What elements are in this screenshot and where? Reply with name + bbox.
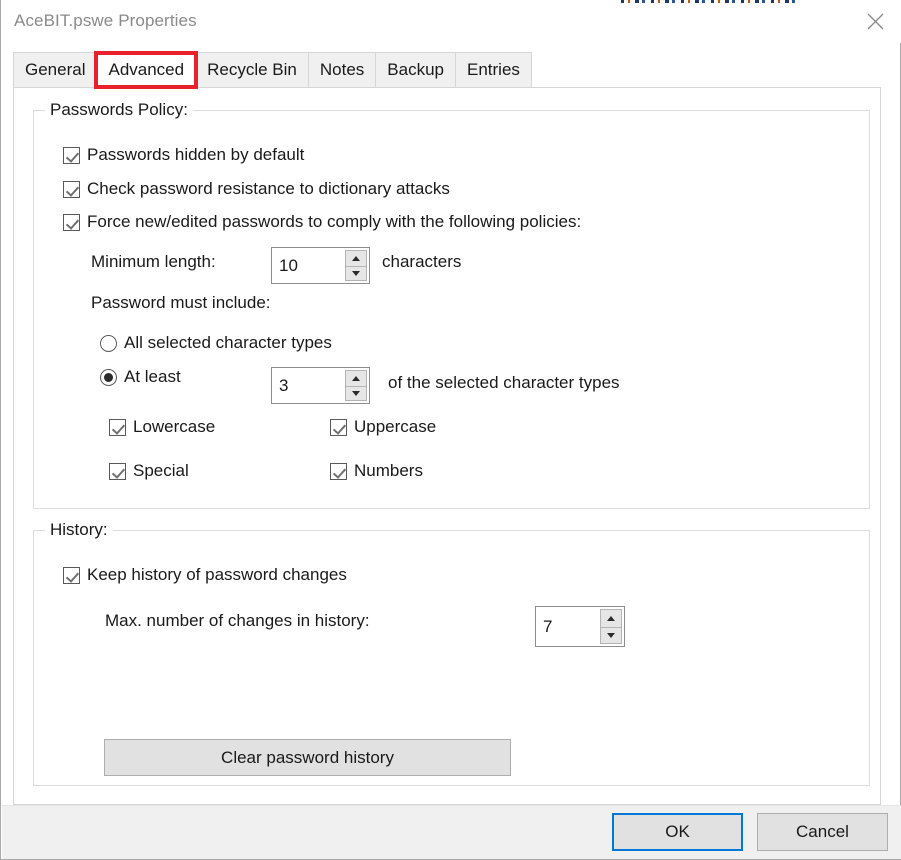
properties-dialog: AceBIT.pswe Properties General Advanced … xyxy=(0,0,901,860)
checkbox-uppercase[interactable]: Uppercase xyxy=(330,417,436,437)
minimum-length-suffix: characters xyxy=(382,252,462,271)
checkbox-passwords-hidden-label: Passwords hidden by default xyxy=(87,145,305,164)
chevron-down-icon xyxy=(607,632,615,638)
checkbox-special-label: Special xyxy=(133,461,189,480)
checkbox-keep-history-box[interactable] xyxy=(63,566,80,584)
max-changes-decrement-button[interactable] xyxy=(600,626,622,644)
checkbox-uppercase-box[interactable] xyxy=(330,418,347,436)
at-least-count-spin-buttons xyxy=(345,370,367,401)
ok-button[interactable]: OK xyxy=(612,813,743,851)
password-must-include-label: Password must include: xyxy=(91,293,271,312)
at-least-count-suffix: of the selected character types xyxy=(388,373,620,392)
max-changes-spin-buttons xyxy=(600,609,622,644)
title-bar: AceBIT.pswe Properties xyxy=(2,3,901,43)
radio-all-selected-types-label: All selected character types xyxy=(124,333,332,352)
at-least-count-decrement-button[interactable] xyxy=(345,385,367,401)
chevron-up-icon xyxy=(607,615,615,621)
at-least-count-increment-button[interactable] xyxy=(345,370,367,386)
checkbox-passwords-hidden-box[interactable] xyxy=(63,146,80,164)
chevron-up-icon xyxy=(352,375,360,381)
dialog-footer: OK Cancel xyxy=(2,805,901,859)
radio-all-selected-types[interactable]: All selected character types xyxy=(100,333,332,353)
max-changes-stepper[interactable]: 7 xyxy=(535,606,625,647)
checkbox-numbers[interactable]: Numbers xyxy=(330,461,423,481)
window-title: AceBIT.pswe Properties xyxy=(14,11,197,30)
checkbox-passwords-hidden[interactable]: Passwords hidden by default xyxy=(63,145,304,165)
tab-general[interactable]: General xyxy=(13,52,97,88)
close-icon[interactable] xyxy=(852,3,898,39)
checkbox-force-policies-box[interactable] xyxy=(63,213,80,231)
checkbox-force-policies-label: Force new/edited passwords to comply wit… xyxy=(87,212,582,231)
at-least-count-value[interactable]: 3 xyxy=(272,368,345,403)
chevron-down-icon xyxy=(352,270,360,276)
checkbox-special-box[interactable] xyxy=(109,462,126,480)
minimum-length-spin-buttons xyxy=(345,250,367,281)
checkbox-lowercase-label: Lowercase xyxy=(133,417,216,436)
passwords-policy-title: Passwords Policy: xyxy=(45,100,193,120)
radio-all-selected-types-dot[interactable] xyxy=(100,334,117,352)
minimum-length-value[interactable]: 10 xyxy=(272,248,345,283)
checkbox-keep-history-label: Keep history of password changes xyxy=(87,565,347,584)
checkbox-dictionary-check-label: Check password resistance to dictionary … xyxy=(87,179,450,198)
tab-entries[interactable]: Entries xyxy=(455,52,532,88)
checkbox-lowercase[interactable]: Lowercase xyxy=(109,417,215,437)
chevron-down-icon xyxy=(352,390,360,396)
checkbox-dictionary-check[interactable]: Check password resistance to dictionary … xyxy=(63,179,450,199)
at-least-count-stepper[interactable]: 3 xyxy=(271,367,370,404)
tab-notes[interactable]: Notes xyxy=(307,52,376,88)
checkbox-uppercase-label: Uppercase xyxy=(354,417,437,436)
minimum-length-increment-button[interactable] xyxy=(345,250,367,266)
tab-recycle-bin[interactable]: Recycle Bin xyxy=(195,52,308,88)
radio-at-least[interactable]: At least xyxy=(100,367,181,387)
max-changes-value[interactable]: 7 xyxy=(536,607,600,646)
tab-backup[interactable]: Backup xyxy=(375,52,455,88)
max-changes-increment-button[interactable] xyxy=(600,609,622,627)
checkbox-dictionary-check-box[interactable] xyxy=(63,180,80,198)
advanced-tab-panel: Passwords Policy: Passwords hidden by de… xyxy=(13,87,881,805)
history-title: History: xyxy=(45,520,113,540)
checkbox-force-policies[interactable]: Force new/edited passwords to comply wit… xyxy=(63,212,581,232)
radio-at-least-dot[interactable] xyxy=(100,368,117,386)
checkbox-numbers-label: Numbers xyxy=(354,461,423,480)
chevron-up-icon xyxy=(352,255,360,261)
checkbox-keep-history[interactable]: Keep history of password changes xyxy=(63,565,347,585)
passwords-policy-group: Passwords Policy: Passwords hidden by de… xyxy=(33,100,870,509)
max-changes-label: Max. number of changes in history: xyxy=(105,611,370,630)
checkbox-numbers-box[interactable] xyxy=(330,462,347,480)
cancel-button[interactable]: Cancel xyxy=(757,813,888,851)
clear-password-history-button[interactable]: Clear password history xyxy=(104,739,511,776)
minimum-length-stepper[interactable]: 10 xyxy=(271,247,370,284)
checkbox-special[interactable]: Special xyxy=(109,461,189,481)
radio-at-least-label: At least xyxy=(124,367,181,386)
tab-advanced[interactable]: Advanced xyxy=(96,52,196,88)
minimum-length-label: Minimum length: xyxy=(91,252,216,271)
checkbox-lowercase-box[interactable] xyxy=(109,418,126,436)
tab-strip: General Advanced Recycle Bin Notes Backu… xyxy=(13,52,532,88)
minimum-length-decrement-button[interactable] xyxy=(345,265,367,281)
